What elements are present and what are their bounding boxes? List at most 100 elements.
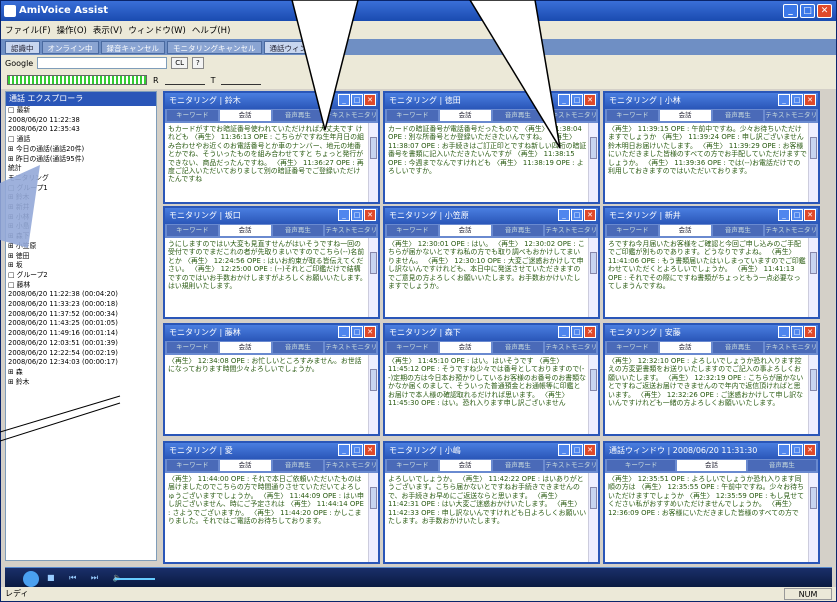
tree-item[interactable]: 2008/06/20 12:03:51 (00:01:39) xyxy=(8,339,156,349)
panel-tab[interactable]: 会話 xyxy=(659,110,711,121)
panel-tab[interactable]: テキストモニタリング xyxy=(765,110,816,121)
record-cancel-button[interactable]: 録音キャンセル xyxy=(100,40,165,54)
panel-tab[interactable]: 音声再生 xyxy=(492,342,544,353)
panel-maximize-button[interactable]: □ xyxy=(351,209,363,221)
menu-help[interactable]: ヘルプ(H) xyxy=(192,24,231,36)
panel-maximize-button[interactable]: □ xyxy=(571,326,583,338)
panel-maximize-button[interactable]: □ xyxy=(351,94,363,106)
play-icon[interactable] xyxy=(23,571,39,587)
panel-minimize-button[interactable]: _ xyxy=(558,209,570,221)
menu-view[interactable]: 表示(V) xyxy=(93,24,122,36)
tree-item[interactable]: 統計 xyxy=(8,164,156,174)
tree-item[interactable]: ⊞ 小島 xyxy=(8,222,156,232)
panel-tab[interactable]: キーワード xyxy=(387,342,438,353)
online-button[interactable]: オンライン中 xyxy=(41,40,99,54)
tree-item[interactable]: □ 藤林 xyxy=(8,281,156,291)
minimize-button[interactable]: _ xyxy=(783,4,798,18)
scroll-thumb[interactable] xyxy=(590,487,597,509)
tree-item[interactable]: 2008/06/20 12:22:54 (00:02:19) xyxy=(8,349,156,359)
panel-maximize-button[interactable]: □ xyxy=(791,326,803,338)
tree-item[interactable]: □ グループ1 xyxy=(8,184,156,194)
panel-tab[interactable]: 音声再生 xyxy=(272,110,324,121)
tree-item[interactable]: 2008/06/20 12:35:43 xyxy=(8,125,156,135)
scroll-thumb[interactable] xyxy=(810,487,817,509)
panel-tab[interactable]: 音声再生 xyxy=(747,460,816,471)
panel-scrollbar[interactable] xyxy=(368,473,378,562)
panel-tab[interactable]: キーワード xyxy=(607,110,658,121)
panel-scrollbar[interactable] xyxy=(368,355,378,434)
panel-tab[interactable]: 音声再生 xyxy=(492,460,544,471)
tree-item[interactable]: 2008/06/20 11:49:16 (00:01:14) xyxy=(8,329,156,339)
panel-tab[interactable]: キーワード xyxy=(387,110,438,121)
panel-tab[interactable]: テキストモニタリング xyxy=(545,225,596,236)
tree-item[interactable]: ⊞ 坂 xyxy=(8,261,156,271)
player-volume-slider[interactable] xyxy=(115,578,155,580)
panel-tab[interactable]: テキストモニタリング xyxy=(325,342,376,353)
tree-item[interactable]: ⊞ 小林 xyxy=(8,213,156,223)
tree-item[interactable]: 2008/06/20 11:22:38 xyxy=(8,116,156,126)
panel-close-button[interactable]: ✕ xyxy=(584,94,596,106)
panel-tab[interactable]: キーワード xyxy=(167,225,218,236)
panel-close-button[interactable]: ✕ xyxy=(584,209,596,221)
scroll-thumb[interactable] xyxy=(370,137,377,159)
panel-tab[interactable]: 会話 xyxy=(659,225,711,236)
panel-tab[interactable]: キーワード xyxy=(387,225,438,236)
tree-item[interactable]: □ 通話 xyxy=(8,135,156,145)
panel-tab[interactable]: キーワード xyxy=(167,460,218,471)
panel-minimize-button[interactable]: _ xyxy=(338,209,350,221)
panel-tab[interactable]: 音声再生 xyxy=(712,110,764,121)
maximize-button[interactable]: □ xyxy=(800,4,815,18)
panel-scrollbar[interactable] xyxy=(808,238,818,317)
tree-item[interactable]: ⊞ 小笠原 xyxy=(8,242,156,252)
panel-close-button[interactable]: ✕ xyxy=(804,209,816,221)
panel-minimize-button[interactable]: _ xyxy=(778,444,790,456)
panel-maximize-button[interactable]: □ xyxy=(571,94,583,106)
panel-tab[interactable]: 会話 xyxy=(219,342,271,353)
tree-item[interactable]: 2008/06/20 12:34:03 (00:00:17) xyxy=(8,358,156,368)
tree-item[interactable]: 2008/06/20 11:22:38 (00:04:20) xyxy=(8,290,156,300)
panel-tab[interactable]: キーワード xyxy=(167,342,218,353)
panel-close-button[interactable]: ✕ xyxy=(804,326,816,338)
panel-tab[interactable]: テキストモニタリング xyxy=(545,460,596,471)
panel-tab[interactable]: 会話 xyxy=(677,460,746,471)
panel-close-button[interactable]: ✕ xyxy=(804,94,816,106)
scroll-thumb[interactable] xyxy=(370,487,377,509)
scroll-thumb[interactable] xyxy=(590,369,597,391)
panel-tab[interactable]: テキストモニタリング xyxy=(325,460,376,471)
tree-item[interactable]: 2008/06/20 11:33:23 (00:00:18) xyxy=(8,300,156,310)
scroll-thumb[interactable] xyxy=(810,137,817,159)
panel-tab[interactable]: 会話 xyxy=(219,460,271,471)
panel-scrollbar[interactable] xyxy=(808,123,818,202)
menu-operation[interactable]: 操作(O) xyxy=(57,24,87,36)
t-volume-slider[interactable] xyxy=(221,75,262,85)
panel-minimize-button[interactable]: _ xyxy=(558,326,570,338)
panel-close-button[interactable]: ✕ xyxy=(364,326,376,338)
panel-tab[interactable]: 会話 xyxy=(439,225,491,236)
panel-tab[interactable]: テキストモニタリング xyxy=(325,225,376,236)
panel-maximize-button[interactable]: □ xyxy=(571,209,583,221)
tree-item[interactable]: □ 最新 xyxy=(8,106,156,116)
tree-item[interactable]: ⊞ 鈴木 xyxy=(8,193,156,203)
panel-tab[interactable]: 音声再生 xyxy=(492,110,544,121)
panel-close-button[interactable]: ✕ xyxy=(364,444,376,456)
scroll-thumb[interactable] xyxy=(370,369,377,391)
panel-tab[interactable]: キーワード xyxy=(607,225,658,236)
menu-file[interactable]: ファイル(F) xyxy=(5,24,51,36)
panel-tab[interactable]: 音声再生 xyxy=(712,225,764,236)
tree-item[interactable]: ⊞ 鈴木 xyxy=(8,378,156,388)
panel-close-button[interactable]: ✕ xyxy=(584,326,596,338)
panel-close-button[interactable]: ✕ xyxy=(364,209,376,221)
panel-tab[interactable]: キーワード xyxy=(607,460,676,471)
call-window-button[interactable]: 通話ウィンドウ xyxy=(263,40,328,54)
panel-tab[interactable]: テキストモニタリング xyxy=(325,110,376,121)
google-search-input[interactable] xyxy=(37,57,168,69)
panel-minimize-button[interactable]: _ xyxy=(338,326,350,338)
tree-item[interactable]: ⊞ 今日の通話(通話20件) xyxy=(8,145,156,155)
panel-minimize-button[interactable]: _ xyxy=(558,444,570,456)
panel-minimize-button[interactable]: _ xyxy=(778,209,790,221)
panel-minimize-button[interactable]: _ xyxy=(338,444,350,456)
r-volume-slider[interactable] xyxy=(164,75,205,85)
tree-item[interactable]: ⊞ 昨日の通話(通話95件) xyxy=(8,155,156,165)
panel-tab[interactable]: 音声再生 xyxy=(272,460,324,471)
panel-maximize-button[interactable]: □ xyxy=(791,94,803,106)
